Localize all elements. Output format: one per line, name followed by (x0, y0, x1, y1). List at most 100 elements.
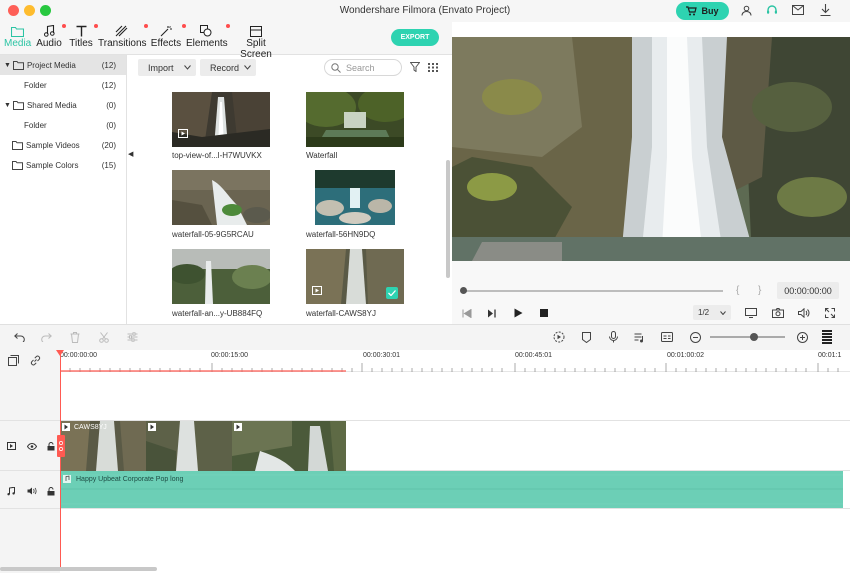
search-placeholder: Search (346, 62, 375, 73)
marker-icon[interactable] (579, 330, 593, 344)
tree-item-sample-colors[interactable]: Sample Colors (15) (0, 155, 126, 175)
media-scrollbar[interactable] (446, 160, 450, 278)
tab-transitions-label: Transitions (98, 38, 147, 49)
timeline-scrollbar[interactable] (0, 567, 157, 571)
previous-frame-icon[interactable] (460, 306, 474, 320)
tab-titles-label: Titles (69, 38, 93, 49)
tab-effects[interactable]: Effects (150, 24, 186, 49)
tree-item-label: Folder (24, 80, 47, 90)
import-dropdown[interactable]: Import (138, 59, 196, 76)
zoom-slider-track[interactable] (710, 336, 785, 338)
link-icon[interactable] (29, 354, 41, 366)
tab-media[interactable]: Media (4, 24, 32, 49)
preview-progress-track[interactable] (463, 290, 723, 292)
zoom-slider-knob[interactable] (750, 333, 758, 341)
media-item-label: waterfall-56HN9DQ (306, 230, 376, 239)
play-frame-icon[interactable] (485, 306, 499, 320)
delete-icon[interactable] (68, 330, 82, 344)
media-thumbnail[interactable] (315, 170, 395, 225)
tree-item-sample-videos[interactable]: Sample Videos (20) (0, 135, 126, 155)
lock-icon[interactable] (45, 485, 57, 497)
ruler-ticks (59, 363, 839, 372)
redo-icon[interactable] (39, 330, 53, 344)
render-preview-icon[interactable] (552, 330, 566, 344)
media-thumbnail[interactable] (172, 92, 270, 147)
media-thumbnail[interactable] (172, 170, 270, 225)
tree-item-folder[interactable]: Folder (12) (0, 75, 126, 95)
mail-icon[interactable] (791, 3, 805, 17)
new-badge (62, 24, 66, 28)
grid-view-icon[interactable] (428, 63, 438, 74)
audio-clip[interactable]: Happy Upbeat Corporate Pop long (60, 471, 843, 508)
download-icon[interactable] (818, 3, 832, 17)
zoom-out-icon[interactable] (688, 330, 702, 344)
tab-audio[interactable]: Audio (36, 24, 66, 49)
subtitle-icon[interactable] (660, 330, 674, 344)
add-track-icon[interactable] (7, 354, 19, 366)
cut-icon[interactable] (97, 330, 111, 344)
split-screen-icon (230, 24, 282, 38)
caret-down-icon[interactable]: ▼ (4, 62, 11, 69)
video-clip[interactable]: CAWS8YJ (60, 421, 346, 471)
fullscreen-icon[interactable] (823, 306, 837, 320)
empty-track (0, 372, 850, 421)
tree-item-count: (20) (101, 140, 116, 150)
tree-item-count: (15) (101, 160, 116, 170)
record-dropdown[interactable]: Record (200, 59, 256, 76)
effects-icon (150, 24, 186, 38)
undo-icon[interactable] (12, 330, 26, 344)
media-thumbnail[interactable] (306, 92, 404, 147)
media-thumbnail[interactable] (306, 249, 404, 304)
eye-visibility-icon[interactable] (26, 440, 38, 452)
tab-transitions[interactable]: Transitions (98, 24, 148, 49)
snapshot-camera-icon[interactable] (771, 306, 785, 320)
ruler-label: 00:00:45:01 (515, 352, 552, 359)
playback-resolution-select[interactable]: 1/2 (693, 305, 731, 320)
stop-icon[interactable] (537, 306, 551, 320)
tab-media-label: Media (4, 38, 32, 49)
tab-titles[interactable]: Titles (68, 24, 98, 49)
folder-icon (12, 140, 23, 150)
collapse-panel-icon[interactable]: ◀ (128, 150, 133, 158)
new-badge (144, 24, 148, 28)
filter-icon[interactable] (409, 62, 421, 74)
timeline-ruler[interactable] (59, 350, 850, 372)
playhead-handle[interactable] (56, 350, 64, 356)
adjust-icon[interactable] (125, 330, 139, 344)
buy-label: Buy (701, 6, 719, 16)
voiceover-mic-icon[interactable] (606, 330, 620, 344)
mark-out-icon[interactable]: } (758, 285, 761, 296)
split-marker-icon[interactable] (57, 435, 65, 457)
chevron-down-icon (244, 65, 251, 70)
track-height-icon[interactable] (820, 330, 834, 344)
tree-item-folder[interactable]: Folder (0) (0, 115, 126, 135)
mark-in-icon[interactable]: { (736, 285, 739, 296)
display-settings-icon[interactable] (744, 306, 758, 320)
lock-icon[interactable] (45, 440, 57, 452)
media-thumbnail[interactable] (172, 249, 270, 304)
support-headset-icon[interactable] (765, 3, 779, 17)
tab-elements[interactable]: Elements (186, 24, 230, 49)
media-library-tree: ▼ Project Media (12) Folder (12) ▼ Share… (0, 55, 127, 372)
zoom-in-icon[interactable] (795, 330, 809, 344)
record-label: Record (210, 62, 240, 73)
preview-progress-knob[interactable] (460, 287, 467, 294)
preview-viewer (452, 37, 850, 261)
media-item-label: waterfall-05-9G5RCAU (172, 230, 254, 239)
search-input[interactable]: Search (324, 59, 402, 76)
music-note-icon (63, 475, 71, 483)
resolution-value: 1/2 (698, 308, 710, 317)
volume-icon[interactable] (797, 306, 811, 320)
tree-item-shared-media[interactable]: ▼ Shared Media (0) (0, 95, 126, 115)
caret-down-icon[interactable]: ▼ (4, 102, 11, 109)
play-icon[interactable] (511, 306, 525, 320)
export-button[interactable]: EXPORT (391, 29, 439, 46)
tree-item-project-media[interactable]: ▼ Project Media (12) (0, 55, 126, 75)
tree-item-count: (12) (101, 60, 116, 70)
audio-mixer-icon[interactable] (632, 330, 646, 344)
speaker-icon[interactable] (26, 485, 38, 497)
buy-button[interactable]: Buy (676, 2, 729, 20)
playhead[interactable] (60, 350, 61, 568)
account-icon[interactable] (739, 3, 753, 17)
ruler-label: 00:00:30:01 (363, 352, 400, 359)
